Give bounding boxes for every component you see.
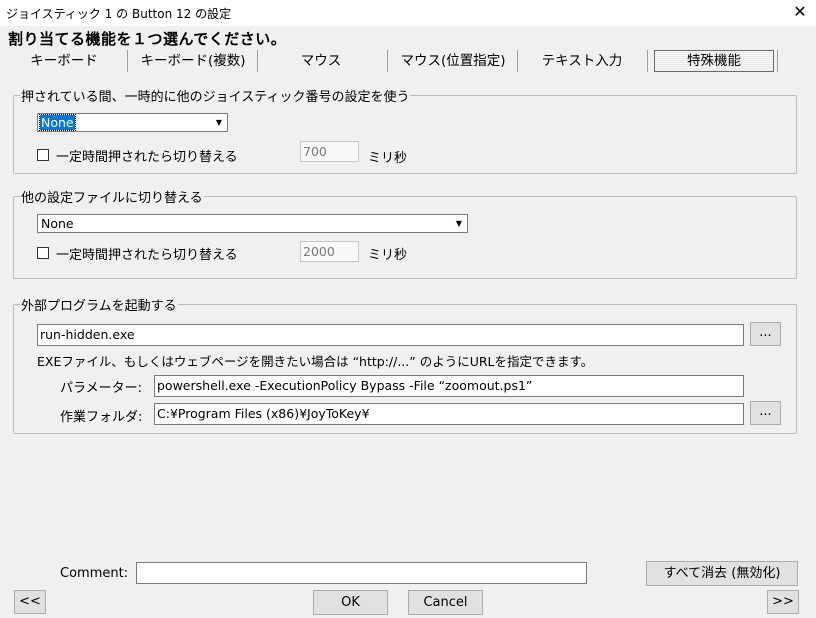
tab-separator	[777, 50, 778, 72]
parameter-label: パラメーター:	[60, 381, 142, 396]
program-path-input[interactable]: run-hidden.exe	[37, 324, 744, 346]
working-folder-input[interactable]: C:¥Program Files (x86)¥JoyToKey¥	[154, 403, 744, 425]
next-button[interactable]: >>	[767, 590, 799, 614]
program-hint-text: EXEファイル、もしくはウェブページを開きたい場合は “http://...” …	[37, 354, 594, 369]
folder-browse-button[interactable]: ...	[750, 401, 781, 425]
tab-mouse[interactable]: マウス	[262, 50, 380, 72]
joystick-timed-switch-label: 一定時間押されたら切り替える	[56, 150, 238, 165]
tab-separator	[647, 50, 648, 72]
joystick-ms-unit: ミリ秒	[368, 151, 408, 166]
joystick-ms-input[interactable]: 700	[300, 141, 359, 162]
tab-separator	[387, 50, 388, 72]
tab-special[interactable]: 特殊機能	[654, 50, 774, 72]
page-heading: 割り当てる機能を１つ選んでください。	[8, 30, 287, 48]
config-ms-unit: ミリ秒	[368, 248, 408, 263]
comment-label: Comment:	[60, 566, 129, 581]
working-folder-label: 作業フォルダ:	[60, 410, 143, 425]
ok-button[interactable]: OK	[313, 590, 388, 615]
joystick-number-value: None	[39, 114, 76, 131]
clear-all-button[interactable]: すべて消去 (無効化)	[646, 561, 798, 586]
close-button[interactable]: ✕	[790, 2, 810, 22]
config-timed-switch-label: 一定時間押されたら切り替える	[56, 248, 238, 263]
config-file-select[interactable]: None ▼	[37, 214, 468, 233]
function-tabs: キーボード キーボード(複数) マウス マウス(位置指定) テキスト入力 特殊機…	[0, 48, 816, 74]
tab-keyboard[interactable]: キーボード	[14, 50, 114, 72]
joystick-switch-legend: 押されている間、一時的に他のジョイスティック番号の設定を使う	[21, 90, 410, 105]
config-ms-input[interactable]: 2000	[300, 241, 359, 262]
program-browse-button[interactable]: ...	[750, 322, 781, 346]
config-timed-switch-checkbox[interactable]	[37, 247, 49, 259]
window-title: ジョイスティック 1 の Button 12 の設定	[6, 7, 232, 21]
previous-button[interactable]: <<	[14, 590, 46, 614]
tab-separator	[517, 50, 518, 72]
tab-separator	[127, 50, 128, 72]
external-program-legend: 外部プログラムを起動する	[21, 299, 177, 314]
tab-separator	[257, 50, 258, 72]
config-file-value: None	[41, 216, 74, 231]
tab-mouse-position[interactable]: マウス(位置指定)	[390, 50, 516, 72]
tab-keyboard-multi[interactable]: キーボード(複数)	[134, 50, 252, 72]
joystick-timed-switch-checkbox[interactable]	[37, 149, 49, 161]
chevron-down-icon: ▼	[452, 216, 466, 231]
config-switch-legend: 他の設定ファイルに切り替える	[21, 191, 203, 206]
tab-text-input[interactable]: テキスト入力	[520, 50, 644, 72]
parameter-input[interactable]: powershell.exe -ExecutionPolicy Bypass -…	[154, 375, 744, 397]
joystick-number-select[interactable]: None ▼	[37, 113, 228, 132]
config-switch-group: 他の設定ファイルに切り替える	[13, 187, 797, 279]
comment-input[interactable]	[136, 562, 587, 584]
chevron-down-icon: ▼	[212, 115, 226, 130]
cancel-button[interactable]: Cancel	[408, 590, 483, 615]
